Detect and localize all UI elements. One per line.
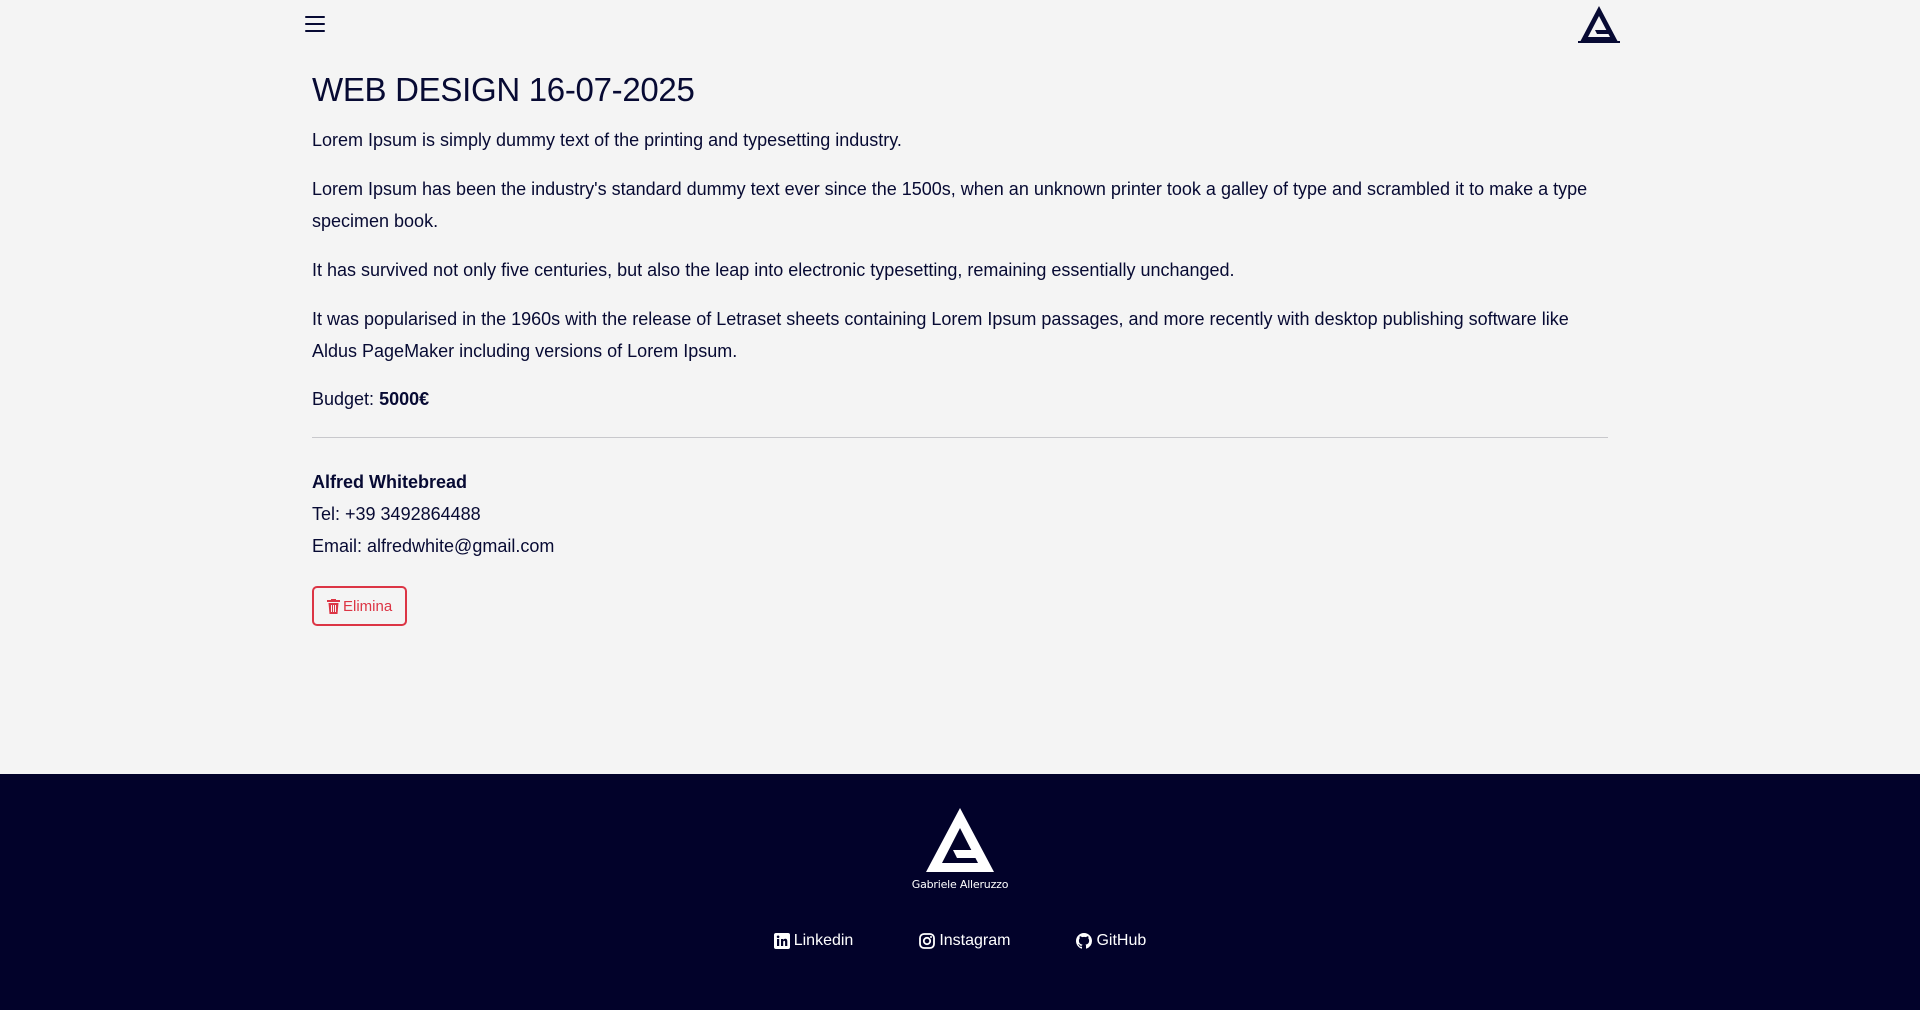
contact-email: Email: alfredwhite@gmail.com bbox=[312, 536, 555, 556]
instagram-link[interactable]: Instagram bbox=[919, 932, 1010, 950]
github-link[interactable]: GitHub bbox=[1076, 932, 1146, 950]
linkedin-icon bbox=[773, 933, 790, 949]
description-paragraph: Lorem Ipsum has been the industry's stan… bbox=[312, 179, 1588, 231]
contact-tel: Tel: +39 3492864488 bbox=[312, 504, 481, 524]
logo-caption: Gabriele Alleruzzo bbox=[911, 878, 1009, 891]
github-icon bbox=[1076, 933, 1093, 949]
linkedin-link[interactable]: Linkedin bbox=[773, 932, 854, 950]
project-detail: WEB DESIGN 16-07-2025 Lorem Ipsum is sim… bbox=[312, 66, 1608, 626]
project-description: Lorem Ipsum is simply dummy text of the … bbox=[312, 124, 1608, 367]
description-paragraph: It was popularised in the 1960s with the… bbox=[312, 309, 1569, 361]
description-paragraph: Lorem Ipsum is simply dummy text of the … bbox=[312, 130, 902, 150]
budget-row: Budget: 5000€ bbox=[312, 383, 1608, 415]
budget-value: 5000€ bbox=[379, 389, 430, 409]
delete-button[interactable]: Elimina bbox=[312, 586, 408, 626]
footer: Gabriele Alleruzzo Linkedin Instagram Gi bbox=[0, 774, 1920, 1010]
contact-info: Alfred Whitebread Tel: +39 3492864488 Em… bbox=[312, 466, 1608, 562]
description-paragraph: It has survived not only five centuries,… bbox=[312, 260, 1235, 280]
delete-label: Elimina bbox=[343, 597, 393, 615]
contact-name: Alfred Whitebread bbox=[312, 472, 468, 492]
budget-label: Budget: bbox=[312, 389, 375, 409]
instagram-icon bbox=[919, 933, 936, 949]
github-label: GitHub bbox=[1096, 932, 1147, 949]
linkedin-label: Linkedin bbox=[793, 932, 854, 949]
social-links: Linkedin Instagram GitHub bbox=[0, 932, 1920, 950]
hamburger-menu-icon[interactable] bbox=[303, 12, 329, 36]
instagram-label: Instagram bbox=[939, 932, 1011, 949]
ga-triangle-logo-icon[interactable] bbox=[1578, 4, 1620, 44]
page-title: WEB DESIGN 16-07-2025 bbox=[312, 71, 695, 108]
divider bbox=[312, 437, 1608, 438]
top-navbar bbox=[0, 0, 1920, 48]
trash-icon bbox=[327, 598, 340, 614]
